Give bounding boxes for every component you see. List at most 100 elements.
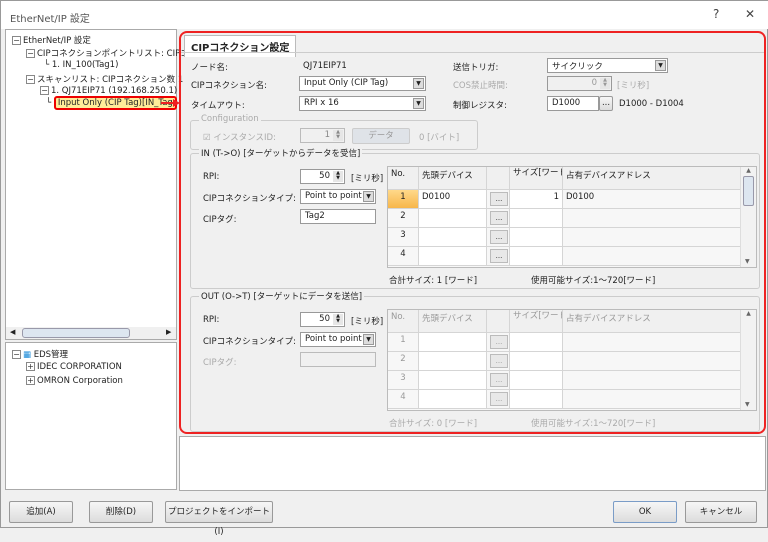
cos-spinner[interactable]: 0 ▲ ▼ (547, 76, 612, 91)
chevron-down-icon[interactable]: ▼ (655, 60, 666, 71)
device-cell[interactable] (419, 333, 487, 352)
timeout-select[interactable]: RPI x 16 ▼ (299, 96, 426, 111)
browse-cell: ... (487, 333, 510, 352)
browse-device-button[interactable]: ... (490, 373, 508, 387)
collapse-icon[interactable]: − (12, 350, 21, 359)
spinner-arrows-icon[interactable]: ▲ ▼ (333, 314, 343, 325)
device-cell[interactable] (419, 390, 487, 409)
instance-id-spinner[interactable]: 1 ▲ ▼ (300, 128, 345, 143)
scroll-down-icon[interactable]: ▼ (745, 401, 750, 408)
size-cell[interactable] (510, 209, 563, 228)
in-type-value: Point to point (305, 191, 362, 201)
device-cell[interactable] (419, 352, 487, 371)
device-cell[interactable]: D0100 (419, 190, 487, 209)
connection-name-select[interactable]: Input Only (CIP Tag) ▼ (299, 76, 426, 91)
horizontal-scrollbar[interactable]: ◀ ▶ (6, 327, 176, 339)
out-tag-input[interactable] (300, 352, 376, 367)
device-cell[interactable] (419, 209, 487, 228)
eds-item[interactable]: + OMRON Corporation (26, 376, 123, 386)
tree-scan-node[interactable]: −1. QJ71EIP71 (192.168.250.1) (40, 86, 177, 96)
cancel-button[interactable]: キャンセル (685, 501, 757, 523)
in-rpi-spinner[interactable]: 50 ▲ ▼ (300, 169, 345, 184)
trigger-select[interactable]: サイクリック ▼ (547, 58, 668, 73)
collapse-icon[interactable]: − (40, 86, 49, 95)
tree-point-item[interactable]: └ 1. IN_100(Tag1) (44, 60, 118, 70)
expand-icon[interactable]: + (26, 362, 35, 371)
size-cell[interactable] (510, 228, 563, 247)
out-type-select[interactable]: Point to point ▼ (300, 332, 376, 347)
eds-item[interactable]: + IDEC CORPORATION (26, 362, 122, 372)
settings-panel: CIPコネクション設定 ノード名: QJ71EIP71 CIPコネクション名: … (179, 31, 766, 434)
data-button[interactable]: データ (352, 128, 410, 144)
chevron-down-icon[interactable]: ▼ (363, 191, 374, 202)
collapse-icon[interactable]: − (26, 75, 35, 84)
row-number[interactable]: 4 (388, 390, 419, 409)
browse-device-button[interactable]: ... (490, 249, 508, 263)
in-tag-input[interactable]: Tag2 (300, 209, 376, 224)
in-type-select[interactable]: Point to point ▼ (300, 189, 376, 204)
tree-root[interactable]: − EtherNet/IP 設定 (12, 34, 91, 46)
register-browse-button[interactable]: ... (599, 96, 613, 111)
help-button[interactable]: ? (713, 7, 719, 21)
scroll-up-icon[interactable]: ▲ (741, 310, 756, 317)
close-button[interactable]: ✕ (745, 7, 755, 21)
size-cell[interactable] (510, 333, 563, 352)
spinner-arrows-icon[interactable]: ▲ ▼ (333, 130, 343, 141)
vertical-scrollbar[interactable]: ▲ ▼ (740, 167, 756, 267)
scroll-left-icon[interactable]: ◀ (10, 328, 15, 336)
device-cell[interactable] (419, 247, 487, 266)
expand-icon[interactable]: + (26, 376, 35, 385)
scroll-thumb[interactable] (743, 176, 754, 206)
delete-button[interactable]: 削除(D) (89, 501, 153, 523)
browse-device-button[interactable]: ... (490, 354, 508, 368)
add-button[interactable]: 追加(A) (9, 501, 73, 523)
tab-cip-connection[interactable]: CIPコネクション設定 (184, 35, 297, 57)
size-cell[interactable] (510, 352, 563, 371)
tree-scan-connection[interactable]: └ Input Only (CIP Tag)[IN_Tag (46, 96, 177, 110)
instance-id-checkbox[interactable]: ☑ インスタンスID: (203, 131, 276, 143)
browse-device-button[interactable]: ... (490, 335, 508, 349)
scroll-thumb[interactable] (22, 328, 130, 338)
address-cell (563, 352, 741, 371)
tab-divider (181, 52, 764, 53)
device-cell[interactable] (419, 371, 487, 390)
ok-button[interactable]: OK (613, 501, 677, 523)
chevron-down-icon[interactable]: ▼ (413, 98, 424, 109)
row-number[interactable]: 1 (388, 333, 419, 352)
size-cell[interactable] (510, 390, 563, 409)
collapse-icon[interactable]: − (12, 36, 21, 45)
connection-name-value: Input Only (CIP Tag) (304, 78, 389, 88)
row-number[interactable]: 4 (388, 247, 419, 266)
spinner-arrows-icon[interactable]: ▲ ▼ (333, 171, 343, 182)
chevron-down-icon[interactable]: ▼ (413, 78, 424, 89)
scroll-right-icon[interactable]: ▶ (166, 328, 171, 336)
row-number[interactable]: 2 (388, 352, 419, 371)
tree-point-list[interactable]: − CIPコネクションポイントリスト: CIPコネ (26, 47, 197, 59)
browse-device-button[interactable]: ... (490, 230, 508, 244)
device-cell[interactable] (419, 228, 487, 247)
vertical-scrollbar[interactable]: ▲ ▼ (740, 310, 756, 410)
out-rpi-spinner[interactable]: 50 ▲ ▼ (300, 312, 345, 327)
row-number[interactable]: 3 (388, 371, 419, 390)
import-project-button[interactable]: プロジェクトをインポート(I) (165, 501, 273, 537)
scroll-down-icon[interactable]: ▼ (745, 258, 750, 265)
in-title: IN (T->O) [ターゲットからデータを受信] (199, 147, 363, 159)
browse-device-button[interactable]: ... (490, 192, 508, 206)
config-size: 0 [バイト] (419, 133, 460, 143)
collapse-icon[interactable]: − (26, 49, 35, 58)
browse-device-button[interactable]: ... (490, 211, 508, 225)
row-number[interactable]: 1 (388, 190, 419, 209)
chevron-down-icon[interactable]: ▼ (363, 334, 374, 345)
row-number[interactable]: 3 (388, 228, 419, 247)
row-number[interactable]: 2 (388, 209, 419, 228)
address-cell (563, 333, 741, 352)
size-cell[interactable] (510, 371, 563, 390)
size-cell[interactable]: 1 (510, 190, 563, 209)
spinner-arrows-icon[interactable]: ▲ ▼ (600, 78, 610, 89)
browse-device-button[interactable]: ... (490, 392, 508, 406)
tree-scan-list[interactable]: − スキャンリスト: CIPコネクション数 1 (26, 73, 183, 85)
register-input[interactable]: D1000 (547, 96, 599, 111)
eds-root[interactable]: − ▦ EDS管理 (12, 348, 68, 360)
scroll-up-icon[interactable]: ▲ (741, 167, 756, 174)
size-cell[interactable] (510, 247, 563, 266)
